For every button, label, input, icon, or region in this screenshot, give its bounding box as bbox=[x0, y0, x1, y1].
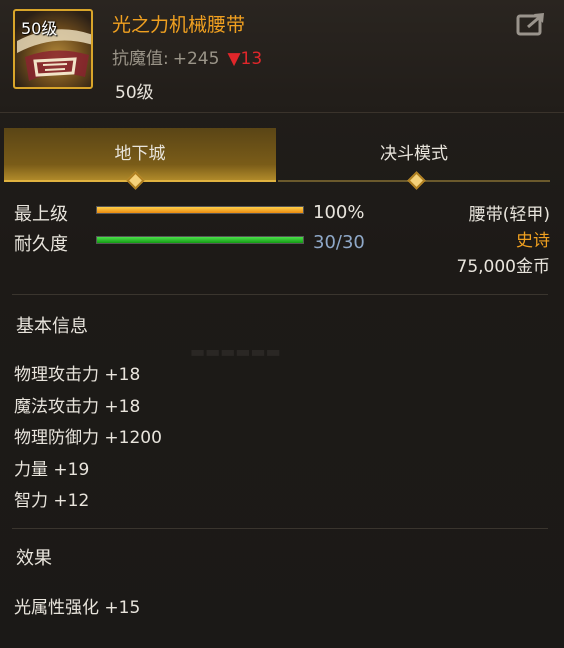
share-icon bbox=[516, 13, 544, 36]
stat-change: ▼13 bbox=[227, 49, 263, 69]
grade-value: 100% bbox=[313, 202, 365, 223]
attribute-line: 智力 +12 bbox=[14, 491, 90, 511]
stat-label: 抗魔值: bbox=[112, 49, 169, 69]
item-name: 光之力机械腰带 bbox=[112, 14, 246, 36]
divider bbox=[12, 294, 548, 295]
grade-bar-fill bbox=[97, 207, 303, 213]
attribute-line: 物理攻击力 +18 bbox=[14, 365, 141, 385]
attribute-line: 力量 +19 bbox=[14, 460, 90, 480]
mode-tabs: 地下城 决斗模式 bbox=[4, 128, 552, 182]
attribute-line: 物理防御力 +1200 bbox=[14, 428, 162, 448]
required-level: 50级 bbox=[115, 83, 154, 103]
item-price: 75,000金币 bbox=[456, 257, 550, 277]
share-button[interactable] bbox=[516, 11, 548, 37]
grade-bar bbox=[96, 206, 304, 214]
basic-info-title: 基本信息 bbox=[16, 316, 88, 337]
attribute-line: 魔法攻击力 +18 bbox=[14, 397, 141, 417]
item-rarity: 史诗 bbox=[516, 231, 550, 251]
item-type: 腰带(轻甲) bbox=[468, 205, 550, 225]
effects-title: 效果 bbox=[16, 548, 52, 569]
grade-label: 最上级 bbox=[14, 204, 68, 225]
item-stat-line: 抗魔值: +245 ▼13 bbox=[112, 44, 262, 69]
durability-bar-fill bbox=[97, 237, 303, 243]
divider bbox=[12, 528, 548, 529]
durability-value: 30/30 bbox=[313, 232, 365, 253]
durability-label: 耐久度 bbox=[14, 234, 68, 255]
mechanical-belt-icon: 50级 bbox=[13, 9, 93, 89]
item-tooltip-panel: 50级 光之力机械腰带 抗魔值: +245 ▼13 50级 地下城 决斗模式 最上级… bbox=[0, 0, 564, 648]
stat-value: +245 bbox=[172, 49, 220, 69]
tab-dungeon[interactable]: 地下城 bbox=[4, 128, 276, 182]
item-icon-level: 50级 bbox=[21, 19, 58, 38]
effect-line: 光属性强化 +15 bbox=[14, 598, 141, 618]
background-watermark: ▬▬▬▬▬▬ bbox=[190, 342, 281, 361]
item-header: 50级 光之力机械腰带 抗魔值: +245 ▼13 50级 bbox=[0, 0, 564, 113]
durability-bar bbox=[96, 236, 304, 244]
